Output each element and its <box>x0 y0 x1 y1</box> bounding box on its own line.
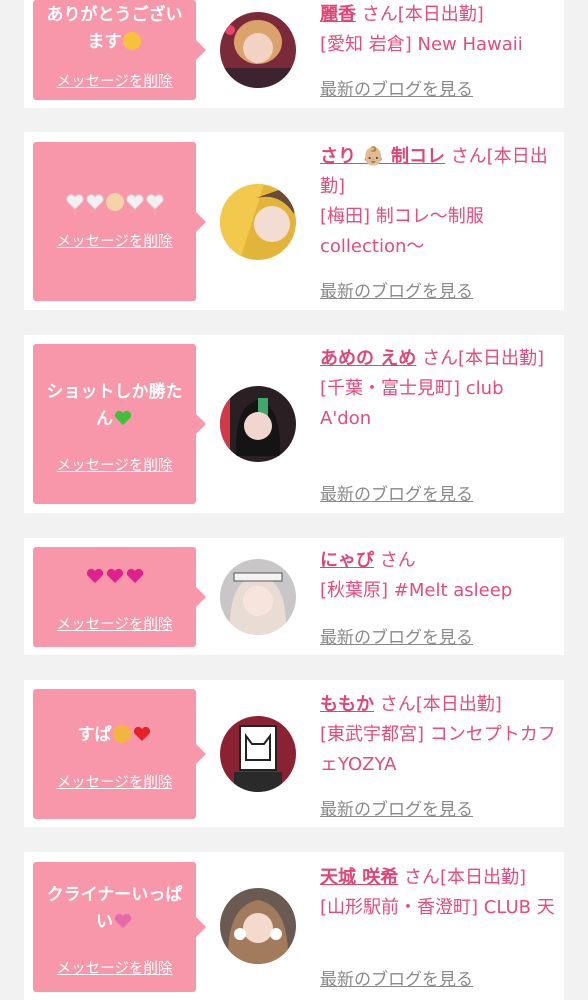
pink-heart-icon <box>86 566 104 583</box>
delete-message-link[interactable]: メッセージを削除 <box>33 73 196 91</box>
message-card: すぱ メッセージを削除 ももか さん[本日出勤] [東武宇都宮] コンセプトカフ… <box>24 680 564 827</box>
message-bubble: メッセージを削除 <box>33 547 206 647</box>
message-bubble: ショットしか勝たん メッセージを削除 <box>33 344 206 504</box>
avatar[interactable] <box>220 386 296 462</box>
cast-name-link[interactable]: にゃぴ <box>320 550 374 571</box>
message-bubble: メッセージを削除 <box>33 142 206 301</box>
avatar[interactable] <box>220 716 296 792</box>
cast-name-link[interactable]: 天城 咲希 <box>320 867 398 888</box>
smiling-face-icon <box>122 32 141 50</box>
latest-blog-link[interactable]: 最新のブログを見る <box>320 480 473 505</box>
avatar[interactable] <box>220 559 296 635</box>
message-bubble: ありがとうございます メッセージを削除 <box>33 0 206 100</box>
white-heart-icon <box>65 192 84 210</box>
smirk-cat-icon <box>112 725 131 743</box>
latest-blog-link[interactable]: 最新のブログを見る <box>320 623 473 648</box>
shop-info: [山形駅前・香澄町] CLUB 天 <box>320 897 555 918</box>
white-heart-icon <box>125 192 144 210</box>
latest-blog-link[interactable]: 最新のブログを見る <box>320 75 473 100</box>
message-text <box>39 190 190 217</box>
message-card: ありがとうございます メッセージを削除 麗香 さん[本日出勤] [愛知 岩倉] … <box>24 0 564 108</box>
shop-info: [愛知 岩倉] New Hawaii <box>320 34 523 55</box>
cast-info: にゃぴ さん [秋葉原] #Melt asleep <box>320 550 513 601</box>
pink-heart-icon <box>106 566 124 583</box>
latest-blog-link[interactable]: 最新のブログを見る <box>320 795 473 820</box>
pink-heart-icon <box>126 566 144 583</box>
message-text: クライナーいっぱい <box>46 885 183 932</box>
message-text: ありがとうございます <box>46 5 183 52</box>
cast-info: あめの えめ さん[本日出勤] [千葉・富士見町] club A'don <box>320 348 545 429</box>
shop-info: [秋葉原] #Melt asleep <box>320 580 513 601</box>
cast-name-link[interactable]: 麗香 <box>320 4 356 25</box>
cast-name-link[interactable]: あめの えめ <box>320 348 416 369</box>
cast-info: さり 👶🏼 制コレ さん[本日出勤] [梅田] 制コレ〜制服collection… <box>320 146 548 257</box>
white-heart-icon <box>145 192 164 210</box>
delete-message-link[interactable]: メッセージを削除 <box>33 774 196 792</box>
message-text: すぱ <box>39 722 190 749</box>
delete-message-link[interactable]: メッセージを削除 <box>33 457 196 475</box>
delete-message-link[interactable]: メッセージを削除 <box>33 960 196 978</box>
message-card: メッセージを削除 にゃぴ さん [秋葉原] #Melt asleep 最新のブロ… <box>24 538 564 655</box>
message-text <box>39 564 190 591</box>
message-card: ショットしか勝たん メッセージを削除 あめの えめ さん[本日出勤] [千葉・富… <box>24 335 564 513</box>
red-heart-icon <box>133 724 151 741</box>
cast-info: 天城 咲希 さん[本日出勤] [山形駅前・香澄町] CLUB 天 <box>320 867 555 918</box>
message-bubble: クライナーいっぱい メッセージを削除 <box>33 862 206 992</box>
delete-message-link[interactable]: メッセージを削除 <box>33 233 196 251</box>
cast-name-link[interactable]: さり 👶🏼 制コレ <box>320 146 445 167</box>
white-heart-icon <box>85 192 104 210</box>
cast-name-link[interactable]: ももか <box>320 694 374 715</box>
green-heart-icon <box>114 408 132 425</box>
latest-blog-link[interactable]: 最新のブログを見る <box>320 965 473 990</box>
shop-info: [梅田] 制コレ〜制服collection〜 <box>320 206 484 257</box>
message-card: メッセージを削除 さり 👶🏼 制コレ さん[本日出勤] [梅田] 制コレ〜制服c… <box>24 132 564 310</box>
shop-info: [千葉・富士見町] club A'don <box>320 378 504 429</box>
message-card: クライナーいっぱい メッセージを削除 天城 咲希 さん[本日出勤] [山形駅前・… <box>24 852 564 1000</box>
cast-info: 麗香 さん[本日出勤] [愛知 岩倉] New Hawaii <box>320 4 523 55</box>
shop-info: [東武宇都宮] コンセプトカフェYOZYA <box>320 724 556 775</box>
cast-info: ももか さん[本日出勤] [東武宇都宮] コンセプトカフェYOZYA <box>320 694 556 775</box>
message-bubble: すぱ メッセージを削除 <box>33 689 206 819</box>
avatar[interactable] <box>220 184 296 260</box>
avatar[interactable] <box>220 12 296 88</box>
latest-blog-link[interactable]: 最新のブログを見る <box>320 277 473 302</box>
message-text: ショットしか勝たん <box>46 382 183 429</box>
sparkling-heart-icon <box>114 911 132 928</box>
avatar[interactable] <box>220 888 296 964</box>
baby-icon <box>105 193 124 211</box>
delete-message-link[interactable]: メッセージを削除 <box>33 616 196 634</box>
